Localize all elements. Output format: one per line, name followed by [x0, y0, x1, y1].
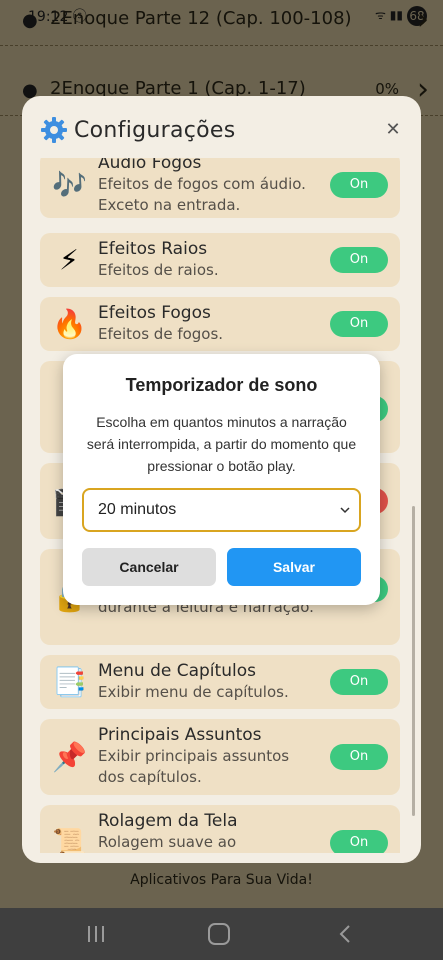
setting-description: Efeitos de raios. — [98, 261, 219, 279]
bookmark-tabs-icon: 📑 — [52, 665, 87, 699]
minutes-select[interactable]: 20 minutos — [82, 488, 361, 532]
setting-item-rolagem-tela: 📜 Rolagem da Tela Rolagem suave ao On — [40, 805, 400, 853]
selected-minutes: 20 minutos — [98, 501, 177, 518]
navigation-bar — [0, 908, 443, 960]
toggle-principais-assuntos[interactable]: On — [330, 744, 388, 770]
setting-description: Efeitos de fogos. — [98, 325, 224, 343]
pushpin-icon: 📌 — [52, 740, 87, 774]
setting-description: Efeitos de fogos com áudio. Exceto na en… — [98, 175, 306, 214]
gear-icon — [41, 117, 67, 143]
setting-item-principais-assuntos: 📌 Principais Assuntos Exibir principais … — [40, 719, 400, 795]
setting-name: Menu de Capítulos — [98, 661, 256, 681]
music-notes-icon: 🎶 — [52, 168, 87, 202]
setting-item-efeitos-raios: ⚡ Efeitos Raios Efeitos de raios. On — [40, 233, 400, 287]
scroll-icon: 📜 — [52, 826, 87, 854]
cancel-button[interactable]: Cancelar — [82, 548, 216, 586]
scrollbar[interactable] — [412, 506, 415, 816]
setting-name: Principais Assuntos — [98, 725, 262, 745]
toggle-audio-fogos[interactable]: On — [330, 172, 388, 198]
home-icon[interactable] — [208, 923, 230, 945]
fire-icon: 🔥 — [52, 307, 87, 341]
chevron-down-icon — [340, 507, 350, 514]
toggle-efeitos-raios[interactable]: On — [330, 247, 388, 273]
setting-name: Rolagem da Tela — [98, 811, 238, 831]
setting-name: Efeitos Raios — [98, 239, 208, 259]
setting-item-efeitos-fogos: 🔥 Efeitos Fogos Efeitos de fogos. On — [40, 297, 400, 351]
setting-name: Áudio Fogos — [98, 158, 202, 173]
back-icon[interactable] — [334, 922, 358, 946]
setting-description: Exibir menu de capítulos. — [98, 683, 289, 701]
setting-item-menu-capitulos: 📑 Menu de Capítulos Exibir menu de capít… — [40, 655, 400, 709]
settings-header: Configurações ✕ — [22, 96, 421, 160]
close-button[interactable]: ✕ — [383, 120, 403, 140]
save-button[interactable]: Salvar — [227, 548, 361, 586]
toggle-rolagem-tela[interactable]: On — [330, 830, 388, 853]
lightning-icon: ⚡ — [59, 243, 79, 277]
dialog-title: Temporizador de sono — [125, 375, 318, 395]
setting-description: Rolagem suave ao — [98, 833, 237, 851]
dialog-description: Escolha em quantos minutos a narração se… — [86, 414, 357, 474]
sleep-timer-dialog: Temporizador de sono Escolha em quantos … — [63, 354, 380, 605]
toggle-efeitos-fogos[interactable]: On — [330, 311, 388, 337]
setting-description: Exibir principais assuntos dos capítulos… — [98, 747, 290, 786]
setting-item-audio-fogos: 🎶 Áudio Fogos Efeitos de fogos com áudio… — [40, 158, 400, 218]
toggle-menu-capitulos[interactable]: On — [330, 669, 388, 695]
settings-title: Configurações — [74, 117, 236, 143]
setting-name: Efeitos Fogos — [98, 303, 211, 323]
recent-apps-icon[interactable] — [84, 922, 108, 946]
